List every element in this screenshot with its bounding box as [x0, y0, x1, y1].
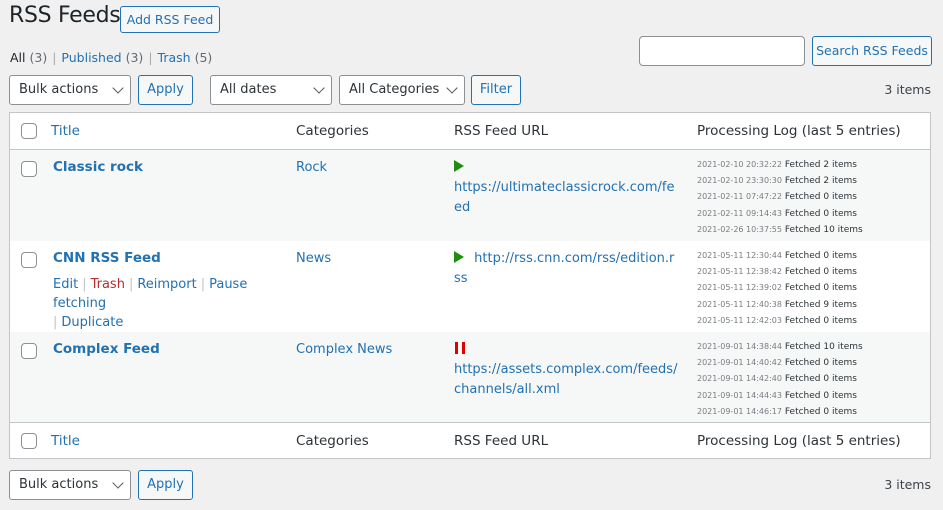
select-all-checkbox[interactable]	[21, 123, 37, 139]
table-row: Complex Feed Complex News https://assets…	[10, 332, 930, 422]
edit-link[interactable]: Edit	[53, 277, 78, 292]
feed-url-link[interactable]: https://ultimateclassicrock.com/feed	[454, 180, 674, 215]
log-entry: 2021-05-11 12:40:38 Fetched 9 items	[697, 299, 857, 310]
pause-icon[interactable]	[454, 342, 467, 354]
items-count-bottom: 3 items	[884, 477, 931, 492]
processing-log: 2021-05-11 12:30:44 Fetched 0 items 2021…	[697, 248, 857, 329]
processing-log: 2021-02-10 20:32:22 Fetched 2 items 2021…	[697, 157, 863, 238]
log-entry: 2021-09-01 14:44:43 Fetched 0 items	[697, 390, 857, 401]
log-entry: 2021-02-11 07:47:22 Fetched 0 items	[697, 192, 857, 203]
chevron-down-icon	[313, 82, 325, 94]
apply-button-bottom[interactable]: Apply	[138, 470, 193, 500]
feed-title-link[interactable]: CNN RSS Feed	[53, 250, 161, 266]
feed-url-link[interactable]: http://rss.cnn.com/rss/edition.rss	[454, 251, 674, 286]
chevron-down-icon	[112, 82, 124, 94]
table-header: Title Categories RSS Feed URL Processing…	[10, 113, 930, 150]
select-all-checkbox-bottom[interactable]	[21, 433, 37, 449]
log-entry: 2021-09-01 14:42:40 Fetched 0 items	[697, 374, 857, 385]
feed-title-link[interactable]: Classic rock	[53, 159, 143, 175]
dates-select[interactable]: All dates	[210, 75, 332, 105]
log-entry: 2021-02-11 09:14:43 Fetched 0 items	[697, 208, 857, 219]
categories-select[interactable]: All Categories	[339, 75, 465, 105]
column-categories: Categories	[296, 123, 369, 139]
separator: |	[82, 277, 87, 292]
category-link[interactable]: Rock	[296, 160, 327, 175]
chevron-down-icon	[446, 82, 458, 94]
bulk-actions-select-top[interactable]: Bulk actions	[9, 75, 131, 105]
row-checkbox[interactable]	[21, 343, 37, 359]
feed-url-link[interactable]: https://assets.complex.com/feeds/channel…	[454, 362, 677, 397]
play-icon[interactable]	[454, 160, 464, 172]
chevron-down-icon	[112, 477, 124, 489]
add-rss-feed-button[interactable]: Add RSS Feed	[120, 6, 220, 33]
column-log: Processing Log (last 5 entries)	[697, 123, 901, 139]
trash-link[interactable]: Trash	[91, 277, 125, 292]
apply-button-top[interactable]: Apply	[138, 75, 193, 105]
log-entry: 2021-05-11 12:30:44 Fetched 0 items	[697, 251, 857, 261]
separator: |	[52, 50, 57, 65]
log-entry: 2021-05-11 12:38:42 Fetched 0 items	[697, 267, 857, 278]
column-categories-bottom: Categories	[296, 433, 369, 449]
log-entry: 2021-09-01 14:38:44 Fetched 10 items	[697, 342, 863, 352]
view-trash[interactable]: Trash (5)	[158, 50, 213, 65]
processing-log: 2021-09-01 14:38:44 Fetched 10 items 202…	[697, 339, 863, 420]
separator: |	[128, 277, 134, 292]
column-url: RSS Feed URL	[454, 123, 549, 139]
log-entry: 2021-02-26 10:37:55 Fetched 10 items	[697, 224, 863, 235]
table-row: CNN RSS Feed Edit | Trash | Reimport | Pause f…	[10, 241, 930, 332]
play-icon[interactable]	[454, 251, 464, 263]
feed-title-link[interactable]: Complex Feed	[53, 341, 160, 357]
search-input[interactable]	[639, 36, 805, 66]
column-title-sort[interactable]: Title	[51, 123, 80, 139]
table-footer: Title Categories RSS Feed URL Processing…	[10, 422, 930, 459]
category-link[interactable]: News	[296, 251, 331, 266]
page-title: RSS Feeds	[9, 3, 121, 28]
column-url-bottom: RSS Feed URL	[454, 433, 549, 449]
row-actions: Edit | Trash | Reimport | Pause fetching | Dupli…	[53, 275, 288, 332]
row-checkbox[interactable]	[21, 161, 37, 177]
log-entry: 2021-02-10 23:30:30 Fetched 2 items	[697, 176, 857, 187]
log-entry: 2021-05-11 12:42:03 Fetched 0 items	[697, 315, 857, 326]
separator: |	[53, 315, 58, 330]
search-button[interactable]: Search RSS Feeds	[812, 36, 932, 66]
feeds-table: Title Categories RSS Feed URL Processing…	[9, 112, 931, 459]
view-filters: All (3) | Published (3) | Trash (5)	[10, 50, 212, 65]
reimport-link[interactable]: Reimport	[137, 277, 196, 292]
separator: |	[200, 277, 206, 292]
column-log-bottom: Processing Log (last 5 entries)	[697, 433, 901, 449]
column-title-sort-bottom[interactable]: Title	[51, 433, 80, 449]
log-entry: 2021-09-01 14:40:42 Fetched 0 items	[697, 358, 857, 369]
view-published[interactable]: Published (3)	[61, 50, 143, 65]
table-row: Classic rock Rock https://ultimateclassi…	[10, 150, 930, 241]
log-entry: 2021-02-10 20:32:22 Fetched 2 items	[697, 160, 857, 170]
log-entry: 2021-09-01 14:46:17 Fetched 0 items	[697, 406, 857, 417]
separator: |	[148, 50, 153, 65]
log-entry: 2021-05-11 12:39:02 Fetched 0 items	[697, 283, 857, 294]
duplicate-link[interactable]: Duplicate	[61, 315, 123, 330]
bulk-actions-select-bottom[interactable]: Bulk actions	[9, 470, 131, 500]
row-checkbox[interactable]	[21, 252, 37, 268]
filter-button[interactable]: Filter	[471, 75, 521, 105]
view-all[interactable]: All (3)	[10, 50, 47, 65]
items-count-top: 3 items	[884, 82, 931, 97]
category-link[interactable]: Complex News	[296, 342, 392, 357]
